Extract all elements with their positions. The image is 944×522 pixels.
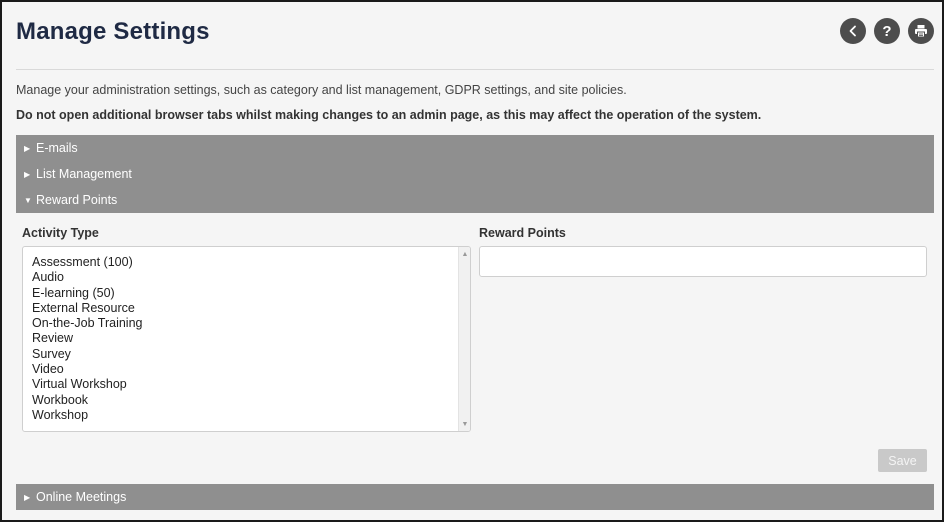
activity-type-option[interactable]: Video [32,362,142,377]
activity-type-option[interactable]: Audio [32,270,142,285]
intro-text: Manage your administration settings, suc… [16,83,627,97]
accordion-label: List Management [36,167,132,181]
scroll-up-icon[interactable]: ▲ [459,248,470,260]
triangle-right-icon: ▶ [24,492,31,502]
activity-type-option[interactable]: Survey [32,347,142,362]
back-button[interactable] [840,18,866,44]
scroll-down-icon[interactable]: ▼ [459,418,470,430]
printer-icon [915,25,927,38]
activity-type-option[interactable]: Review [32,331,142,346]
accordion-reward-points[interactable]: ▼ Reward Points [16,187,934,213]
accordion-list-management[interactable]: ▶ List Management [16,161,934,187]
activity-type-option[interactable]: Assessment (100) [32,255,142,270]
triangle-right-icon: ▶ [24,169,31,179]
activity-type-option[interactable]: E-learning (50) [32,286,142,301]
chevron-left-icon [849,25,856,37]
activity-type-option[interactable]: On-the-Job Training [32,316,142,331]
reward-points-label: Reward Points [479,226,566,240]
warning-text: Do not open additional browser tabs whil… [16,108,762,122]
accordion-label: Reward Points [36,193,118,207]
print-button[interactable] [908,18,934,44]
help-icon: ? [882,22,892,40]
page-header: Manage Settings ? [16,16,934,70]
save-button[interactable]: Save [878,449,927,472]
listbox-scrollbar[interactable]: ▲ ▼ [458,247,470,431]
help-button[interactable]: ? [874,18,900,44]
accordion-emails[interactable]: ▶ E-mails [16,135,934,161]
activity-type-option[interactable]: Workbook [32,393,142,408]
activity-type-label: Activity Type [22,226,99,240]
activity-type-option[interactable]: Virtual Workshop [32,377,142,392]
settings-window: Manage Settings ? Manage your administra… [0,0,944,522]
reward-points-input[interactable] [479,246,927,277]
page-title: Manage Settings [16,18,210,45]
activity-type-option[interactable]: Workshop [32,408,142,423]
triangle-right-icon: ▶ [24,143,31,153]
activity-type-listbox[interactable]: Assessment (100) Audio E-learning (50) Exte… [22,246,471,432]
accordion-label: E-mails [36,141,78,155]
reward-points-panel: Activity Type Reward Points Assessment (… [16,213,934,484]
activity-type-option[interactable]: External Resource [32,301,142,316]
activity-type-list: Assessment (100) Audio E-learning (50) Exte… [32,255,142,423]
accordion-label: Online Meetings [36,490,127,504]
triangle-down-icon: ▼ [24,195,32,205]
accordion-online-meetings[interactable]: ▶ Online Meetings [16,484,934,510]
